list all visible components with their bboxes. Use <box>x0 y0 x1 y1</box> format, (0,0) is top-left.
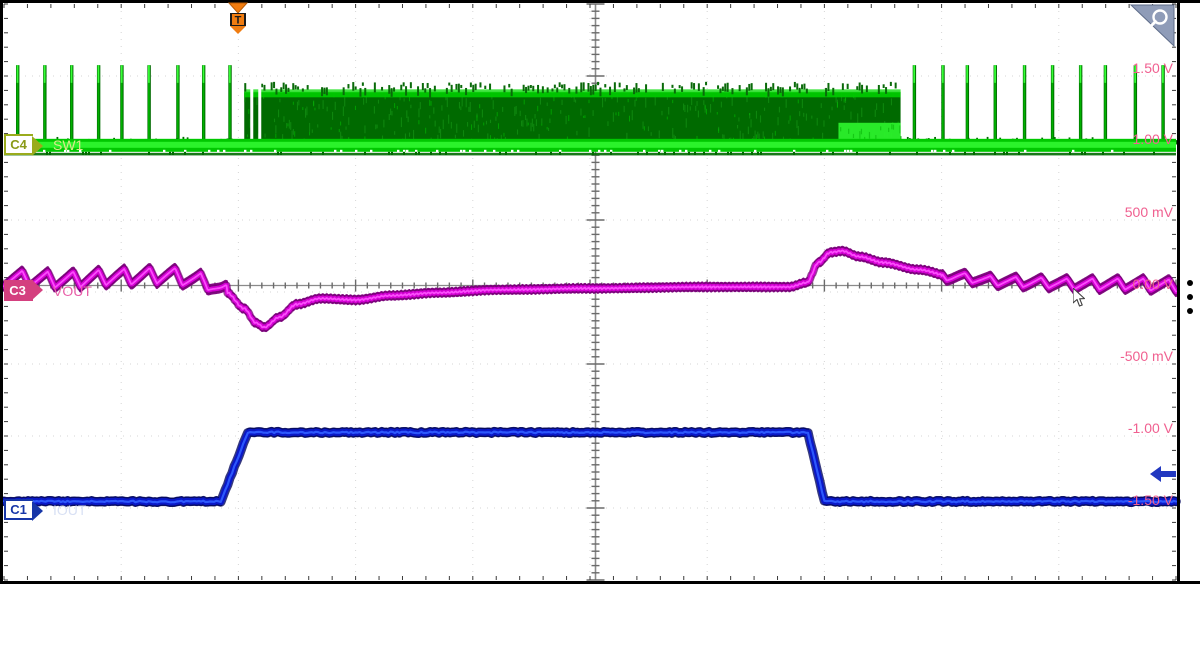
vertical-scale-label: 500 mV <box>1125 204 1173 220</box>
trace-vout-c3 <box>4 247 1176 330</box>
channel-label-sw1: SW1 <box>51 137 85 153</box>
svg-text:T: T <box>235 15 242 27</box>
channel-marker-c4[interactable]: C4 SW1 <box>4 134 85 155</box>
overflow-menu-button[interactable] <box>1183 280 1197 314</box>
kebab-dot <box>1187 308 1193 314</box>
trigger-position-marker[interactable]: T <box>228 2 248 34</box>
channel-tag-c1: C1 <box>4 499 33 520</box>
plot-border-top <box>0 0 1200 3</box>
channel-label-vout: VOUT <box>51 283 94 299</box>
waveform-graticule[interactable]: C4 SW1 C3 VOUT C1 IOUT 1.50 V 1.00 V 500 m… <box>0 0 1200 584</box>
bottom-settings-bar: Ch 1 5.00 A/div 50 Ω DS 500 MHz Ch 3 500… <box>0 584 1200 656</box>
channel-marker-c3[interactable]: C3 VOUT <box>4 280 94 301</box>
vertical-scale-label: 1.50 V <box>1133 60 1173 76</box>
mouse-cursor <box>1073 288 1087 308</box>
channel-tag-c4: C4 <box>4 134 33 155</box>
kebab-dot <box>1187 294 1193 300</box>
vertical-scale-label: -1.50 V <box>1128 492 1173 508</box>
channel-label-iout: IOUT <box>51 502 88 518</box>
vertical-scale-label: 1.00 V <box>1133 131 1173 147</box>
trace-sw1-c4 <box>4 65 1177 155</box>
plot-border-right <box>1177 0 1180 584</box>
kebab-dot <box>1187 280 1193 286</box>
trigger-level-arrow[interactable] <box>1150 463 1176 485</box>
vertical-scale-label: -1.00 V <box>1128 420 1173 436</box>
vertical-scale-label: 0.00 V <box>1133 276 1173 292</box>
channel-tag-c3: C3 <box>4 280 33 301</box>
oscilloscope-screen: C4 SW1 C3 VOUT C1 IOUT 1.50 V 1.00 V 500 m… <box>0 0 1200 656</box>
plot-border-left <box>0 0 3 584</box>
trace-iout-c1 <box>4 428 1176 505</box>
vertical-scale-label: -500 mV <box>1120 348 1173 364</box>
waveform-traces <box>0 0 1200 584</box>
channel-marker-c1[interactable]: C1 IOUT <box>4 499 88 520</box>
zoom-magnifier-icon[interactable] <box>1130 4 1175 47</box>
